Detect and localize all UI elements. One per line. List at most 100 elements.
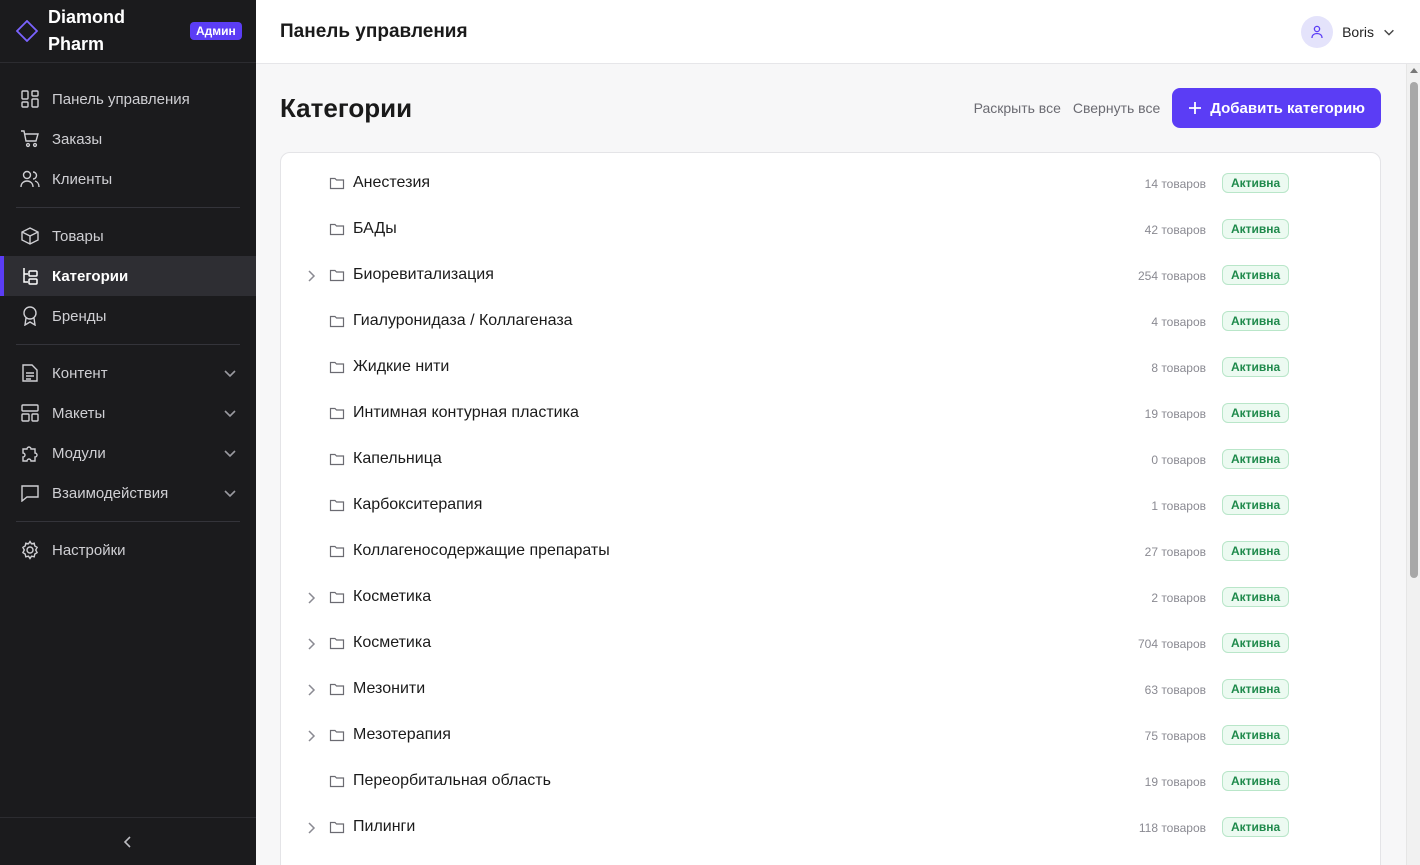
- category-name: Карбокситерапия: [353, 496, 483, 513]
- product-count: 4 товаров: [1151, 315, 1206, 329]
- folder-icon: [329, 729, 345, 742]
- category-name: Интимная контурная пластика: [353, 404, 579, 421]
- chevron-right-icon[interactable]: [303, 820, 319, 836]
- brand-name: Diamond Pharm: [48, 7, 126, 54]
- sidebar-item-dashboard[interactable]: Панель управления: [0, 79, 256, 119]
- category-row[interactable]: Мезотерапия 75 товаров Активна: [281, 713, 1380, 759]
- folder-icon: [329, 223, 345, 236]
- scroll-up-arrow[interactable]: [1410, 68, 1418, 73]
- product-count: 63 товаров: [1144, 683, 1206, 697]
- folder-icon: [329, 315, 345, 328]
- sidebar-item-label: Модули: [52, 444, 106, 462]
- sidebar-item-layouts[interactable]: Макеты: [0, 393, 256, 433]
- status-badge: Активна: [1222, 587, 1290, 607]
- sidebar-item-brands[interactable]: Бренды: [0, 296, 256, 336]
- sidebar-item-content[interactable]: Контент: [0, 353, 256, 393]
- category-list: Анестезия 14 товаров Активна БАДы 42 товаров…: [281, 161, 1380, 851]
- sidebar-item-label: Взаимодействия: [52, 484, 169, 502]
- user-name: Boris: [1342, 24, 1374, 40]
- product-count: 1 товаров: [1151, 499, 1206, 513]
- category-row[interactable]: Жидкие нити 8 товаров Активна: [281, 345, 1380, 391]
- plus-icon: [1188, 101, 1202, 115]
- dashboard-icon: [20, 89, 40, 109]
- category-row[interactable]: Косметика 2 товаров Активна: [281, 575, 1380, 621]
- category-row[interactable]: Анестезия 14 товаров Активна: [281, 161, 1380, 207]
- expand-all-button[interactable]: Раскрыть все: [974, 100, 1061, 116]
- sidebar-item-label: Панель управления: [52, 90, 190, 108]
- category-name: Гиалуронидаза / Коллагеназа: [353, 312, 573, 329]
- message-icon: [20, 483, 40, 503]
- category-row[interactable]: Пилинги 118 товаров Активна: [281, 805, 1380, 851]
- sidebar-item-categories[interactable]: Категории: [0, 256, 256, 296]
- divider: [16, 521, 240, 522]
- category-row[interactable]: Биоревитализация 254 товаров Активна: [281, 253, 1380, 299]
- sidebar-item-label: Настройки: [52, 541, 126, 559]
- user-menu[interactable]: Boris: [1301, 16, 1396, 48]
- folder-icon: [329, 683, 345, 696]
- category-row[interactable]: Интимная контурная пластика 19 товаров Акт…: [281, 391, 1380, 437]
- document-icon: [20, 363, 40, 383]
- award-icon: [20, 306, 40, 326]
- category-row[interactable]: Переорбитальная область 19 товаров Активна: [281, 759, 1380, 805]
- category-row[interactable]: Капельница 0 товаров Активна: [281, 437, 1380, 483]
- status-badge: Активна: [1222, 311, 1290, 331]
- category-row[interactable]: Карбокситерапия 1 товаров Активна: [281, 483, 1380, 529]
- status-badge: Активна: [1222, 403, 1290, 423]
- category-name: Жидкие нити: [353, 358, 450, 375]
- sidebar-nav: Панель управления Заказы Клиенты Товары: [0, 63, 256, 570]
- category-row[interactable]: Коллагеносодержащие препараты 27 товаров А…: [281, 529, 1380, 575]
- folder-icon: [329, 453, 345, 466]
- chevron-down-icon: [224, 490, 236, 498]
- category-name: Косметика: [353, 588, 432, 605]
- page-actions: Раскрыть все Свернуть все Добавить катег…: [962, 88, 1381, 128]
- category-name: Анестезия: [353, 174, 431, 191]
- divider: [16, 344, 240, 345]
- sidebar-item-interactions[interactable]: Взаимодействия: [0, 473, 256, 513]
- category-name: БАДы: [353, 220, 397, 237]
- product-count: 19 товаров: [1144, 407, 1206, 421]
- sidebar-item-settings[interactable]: Настройки: [0, 530, 256, 570]
- chevron-down-icon: [224, 370, 236, 378]
- sidebar-item-products[interactable]: Товары: [0, 216, 256, 256]
- product-count: 42 товаров: [1144, 223, 1206, 237]
- brand[interactable]: Diamond Pharm Админ: [0, 0, 256, 63]
- chevron-left-icon: [123, 835, 131, 848]
- status-badge: Активна: [1222, 679, 1290, 699]
- sidebar-item-clients[interactable]: Клиенты: [0, 159, 256, 199]
- sidebar-item-label: Заказы: [52, 130, 103, 148]
- product-count: 8 товаров: [1151, 361, 1206, 375]
- box-icon: [20, 226, 40, 246]
- product-count: 704 товаров: [1137, 637, 1206, 651]
- category-row[interactable]: Косметика 704 товаров Активна: [281, 621, 1380, 667]
- chevron-down-icon: [1384, 29, 1394, 36]
- folder-icon: [329, 775, 345, 788]
- sidebar: Diamond Pharm Админ Панель управления За…: [0, 0, 256, 865]
- status-badge: Активна: [1222, 173, 1290, 193]
- sidebar-item-label: Контент: [52, 364, 108, 382]
- layout-icon: [20, 403, 40, 423]
- collapse-sidebar-button[interactable]: [0, 817, 256, 865]
- sidebar-item-modules[interactable]: Модули: [0, 433, 256, 473]
- folder-icon: [329, 177, 345, 190]
- category-name: Переорбитальная область: [353, 772, 551, 789]
- admin-badge: Админ: [190, 22, 242, 40]
- add-category-button[interactable]: Добавить категорию: [1172, 88, 1381, 128]
- category-row[interactable]: Гиалуронидаза / Коллагеназа 4 товаров Акти…: [281, 299, 1380, 345]
- scrollbar[interactable]: [1406, 64, 1420, 865]
- status-badge: Активна: [1222, 817, 1290, 837]
- topbar-title: Панель управления: [280, 20, 468, 42]
- status-badge: Активна: [1222, 357, 1290, 377]
- scroll-thumb[interactable]: [1410, 82, 1418, 578]
- sidebar-item-orders[interactable]: Заказы: [0, 119, 256, 159]
- category-row[interactable]: Мезонити 63 товаров Активна: [281, 667, 1380, 713]
- category-row[interactable]: БАДы 42 товаров Активна: [281, 207, 1380, 253]
- chevron-right-icon[interactable]: [303, 636, 319, 652]
- diamond-logo-icon: [16, 20, 38, 42]
- chevron-right-icon[interactable]: [303, 728, 319, 744]
- category-name: Пилинги: [353, 818, 416, 835]
- main-content: Категории Раскрыть все Свернуть все Доба…: [256, 64, 1406, 865]
- chevron-right-icon[interactable]: [303, 268, 319, 284]
- collapse-all-button[interactable]: Свернуть все: [1073, 100, 1160, 116]
- chevron-right-icon[interactable]: [303, 590, 319, 606]
- chevron-right-icon[interactable]: [303, 682, 319, 698]
